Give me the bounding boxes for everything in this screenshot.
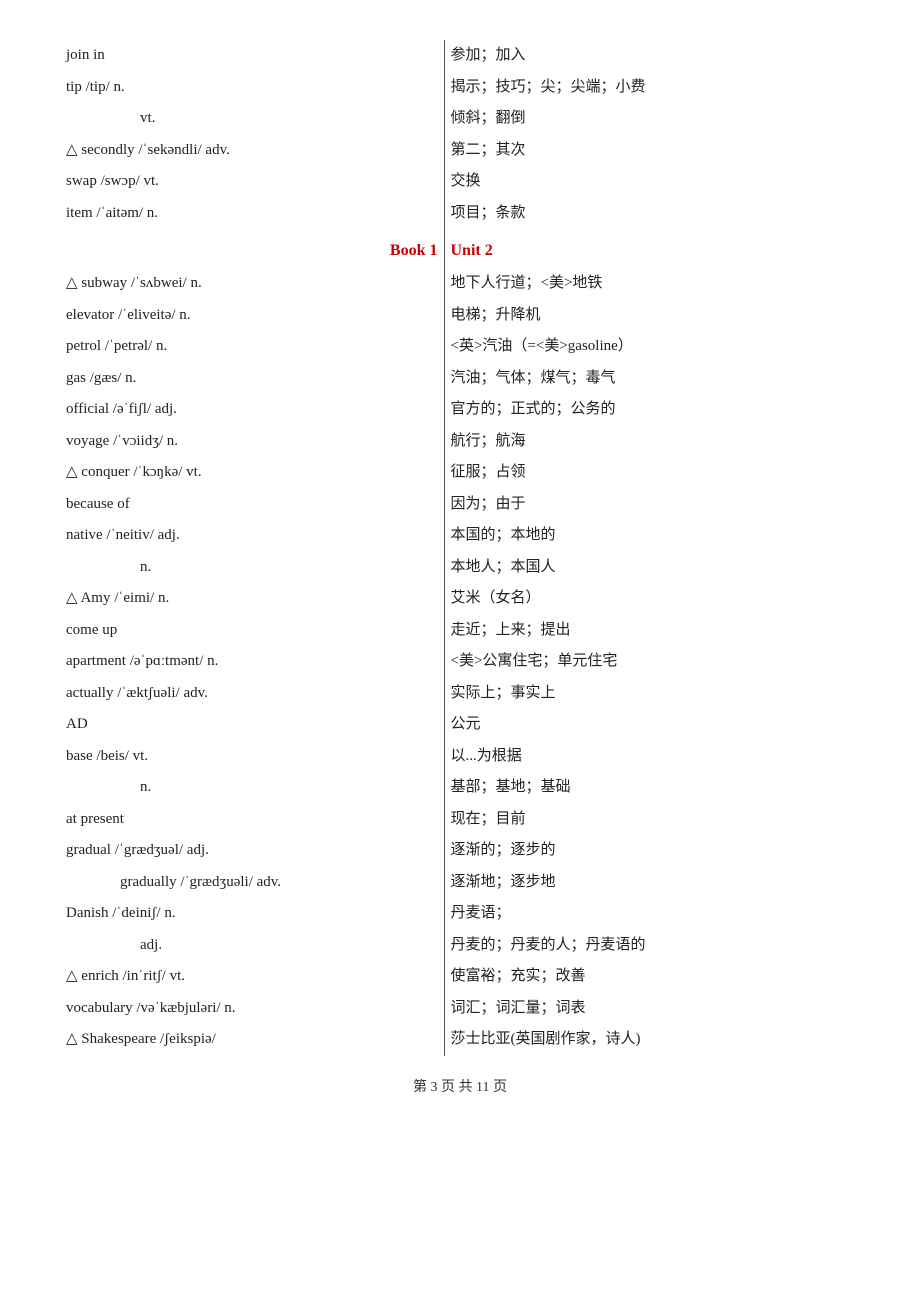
table-row: tip /tip/ n.揭示；技巧；尖；尖端；小费 (60, 72, 860, 104)
book-label: Book 1 (60, 229, 444, 268)
entry-right: 丹麦的；丹麦的人；丹麦语的 (444, 930, 860, 962)
entry-left: gradually /ˈgrædʒuəli/ adv. (60, 867, 444, 899)
table-row: n.基部；基地；基础 (60, 772, 860, 804)
section-header-row: Book 1 Unit 2 (60, 229, 860, 268)
entry-right: 逐渐地；逐步地 (444, 867, 860, 899)
entry-left: △ Shakespeare /ʃeikspiə/ (60, 1024, 444, 1056)
table-row: △ conquer /ˈkɔŋkə/ vt.征服；占领 (60, 457, 860, 489)
entry-left: apartment /əˈpɑːtmənt/ n. (60, 646, 444, 678)
entry-right: 倾斜；翻倒 (444, 103, 860, 135)
entry-right: 以...为根据 (444, 741, 860, 773)
table-row: swap /swɔp/ vt.交换 (60, 166, 860, 198)
entry-right: 莎士比亚(英国剧作家，诗人) (444, 1024, 860, 1056)
entry-left: native /ˈneitiv/ adj. (60, 520, 444, 552)
entry-left: △ conquer /ˈkɔŋkə/ vt. (60, 457, 444, 489)
entry-left: voyage /ˈvɔiidʒ/ n. (60, 426, 444, 458)
table-row: at present现在；目前 (60, 804, 860, 836)
table-row: vocabulary /vəˈkæbjuləri/ n.词汇；词汇量；词表 (60, 993, 860, 1025)
entry-right: 项目；条款 (444, 198, 860, 230)
entry-left: swap /swɔp/ vt. (60, 166, 444, 198)
entry-right: 使富裕；充实；改善 (444, 961, 860, 993)
entry-left: Danish /ˈdeiniʃ/ n. (60, 898, 444, 930)
entry-right: 本国的；本地的 (444, 520, 860, 552)
entry-right: 实际上；事实上 (444, 678, 860, 710)
entry-left: item /ˈaitəm/ n. (60, 198, 444, 230)
entry-left: adj. (60, 930, 444, 962)
table-row: official /əˈfiʃl/ adj.官方的；正式的；公务的 (60, 394, 860, 426)
entry-left: △ enrich /inˈritʃ/ vt. (60, 961, 444, 993)
entry-left: join in (60, 40, 444, 72)
entry-right: 本地人；本国人 (444, 552, 860, 584)
entry-left: because of (60, 489, 444, 521)
table-row: gradually /ˈgrædʒuəli/ adv.逐渐地；逐步地 (60, 867, 860, 899)
entry-right: 因为；由于 (444, 489, 860, 521)
page-footer: 第 3 页 共 11 页 (60, 1076, 860, 1096)
table-row: △ enrich /inˈritʃ/ vt.使富裕；充实；改善 (60, 961, 860, 993)
table-row: △ Shakespeare /ʃeikspiə/莎士比亚(英国剧作家，诗人) (60, 1024, 860, 1056)
entry-left: △ secondly /ˈsekəndli/ adv. (60, 135, 444, 167)
table-row: adj.丹麦的；丹麦的人；丹麦语的 (60, 930, 860, 962)
entry-left: tip /tip/ n. (60, 72, 444, 104)
entry-right: 丹麦语； (444, 898, 860, 930)
entry-right: 地下人行道；<美>地铁 (444, 268, 860, 300)
entry-right: 走近；上来；提出 (444, 615, 860, 647)
entry-right: 参加；加入 (444, 40, 860, 72)
entry-right: 汽油；气体；煤气；毒气 (444, 363, 860, 395)
table-row: because of因为；由于 (60, 489, 860, 521)
table-row: native /ˈneitiv/ adj.本国的；本地的 (60, 520, 860, 552)
table-row: gradual /ˈgrædʒuəl/ adj.逐渐的；逐步的 (60, 835, 860, 867)
table-row: base /beis/ vt.以...为根据 (60, 741, 860, 773)
entry-left: petrol /ˈpetrəl/ n. (60, 331, 444, 363)
entry-left: vt. (60, 103, 444, 135)
entry-right: 航行；航海 (444, 426, 860, 458)
table-row: petrol /ˈpetrəl/ n.<英>汽油（=<美>gasoline） (60, 331, 860, 363)
table-row: AD公元 (60, 709, 860, 741)
entry-right: 第二；其次 (444, 135, 860, 167)
table-row: voyage /ˈvɔiidʒ/ n.航行；航海 (60, 426, 860, 458)
entry-right: <英>汽油（=<美>gasoline） (444, 331, 860, 363)
entry-left: △ subway /ˈsʌbwei/ n. (60, 268, 444, 300)
table-row: apartment /əˈpɑːtmənt/ n.<美>公寓住宅；单元住宅 (60, 646, 860, 678)
table-row: come up走近；上来；提出 (60, 615, 860, 647)
entry-left: △ Amy /ˈeimi/ n. (60, 583, 444, 615)
entry-left: actually /ˈæktʃuəli/ adv. (60, 678, 444, 710)
entry-left: official /əˈfiʃl/ adj. (60, 394, 444, 426)
table-row: △ subway /ˈsʌbwei/ n.地下人行道；<美>地铁 (60, 268, 860, 300)
entry-left: elevator /ˈeliveitə/ n. (60, 300, 444, 332)
page-content: join in参加；加入tip /tip/ n.揭示；技巧；尖；尖端；小费vt.… (60, 40, 860, 1096)
table-row: n.本地人；本国人 (60, 552, 860, 584)
table-row: △ secondly /ˈsekəndli/ adv.第二；其次 (60, 135, 860, 167)
entry-right: 揭示；技巧；尖；尖端；小费 (444, 72, 860, 104)
entry-right: 现在；目前 (444, 804, 860, 836)
table-row: item /ˈaitəm/ n.项目；条款 (60, 198, 860, 230)
table-row: actually /ˈæktʃuəli/ adv.实际上；事实上 (60, 678, 860, 710)
entry-left: come up (60, 615, 444, 647)
table-row: join in参加；加入 (60, 40, 860, 72)
vocabulary-table: join in参加；加入tip /tip/ n.揭示；技巧；尖；尖端；小费vt.… (60, 40, 860, 1056)
entry-right: 逐渐的；逐步的 (444, 835, 860, 867)
entry-right: 交换 (444, 166, 860, 198)
entry-right: <美>公寓住宅；单元住宅 (444, 646, 860, 678)
entry-right: 基部；基地；基础 (444, 772, 860, 804)
entry-left: n. (60, 772, 444, 804)
entry-left: gradual /ˈgrædʒuəl/ adj. (60, 835, 444, 867)
table-row: △ Amy /ˈeimi/ n.艾米（女名） (60, 583, 860, 615)
entry-left: base /beis/ vt. (60, 741, 444, 773)
entry-right: 官方的；正式的；公务的 (444, 394, 860, 426)
table-row: gas /gæs/ n.汽油；气体；煤气；毒气 (60, 363, 860, 395)
entry-left: AD (60, 709, 444, 741)
entry-left: gas /gæs/ n. (60, 363, 444, 395)
unit-label: Unit 2 (444, 229, 860, 268)
entry-left: at present (60, 804, 444, 836)
entry-right: 公元 (444, 709, 860, 741)
table-row: elevator /ˈeliveitə/ n.电梯；升降机 (60, 300, 860, 332)
entry-right: 艾米（女名） (444, 583, 860, 615)
entry-left: n. (60, 552, 444, 584)
entry-left: vocabulary /vəˈkæbjuləri/ n. (60, 993, 444, 1025)
table-row: vt.倾斜；翻倒 (60, 103, 860, 135)
entry-right: 征服；占领 (444, 457, 860, 489)
table-row: Danish /ˈdeiniʃ/ n.丹麦语； (60, 898, 860, 930)
entry-right: 电梯；升降机 (444, 300, 860, 332)
entry-right: 词汇；词汇量；词表 (444, 993, 860, 1025)
